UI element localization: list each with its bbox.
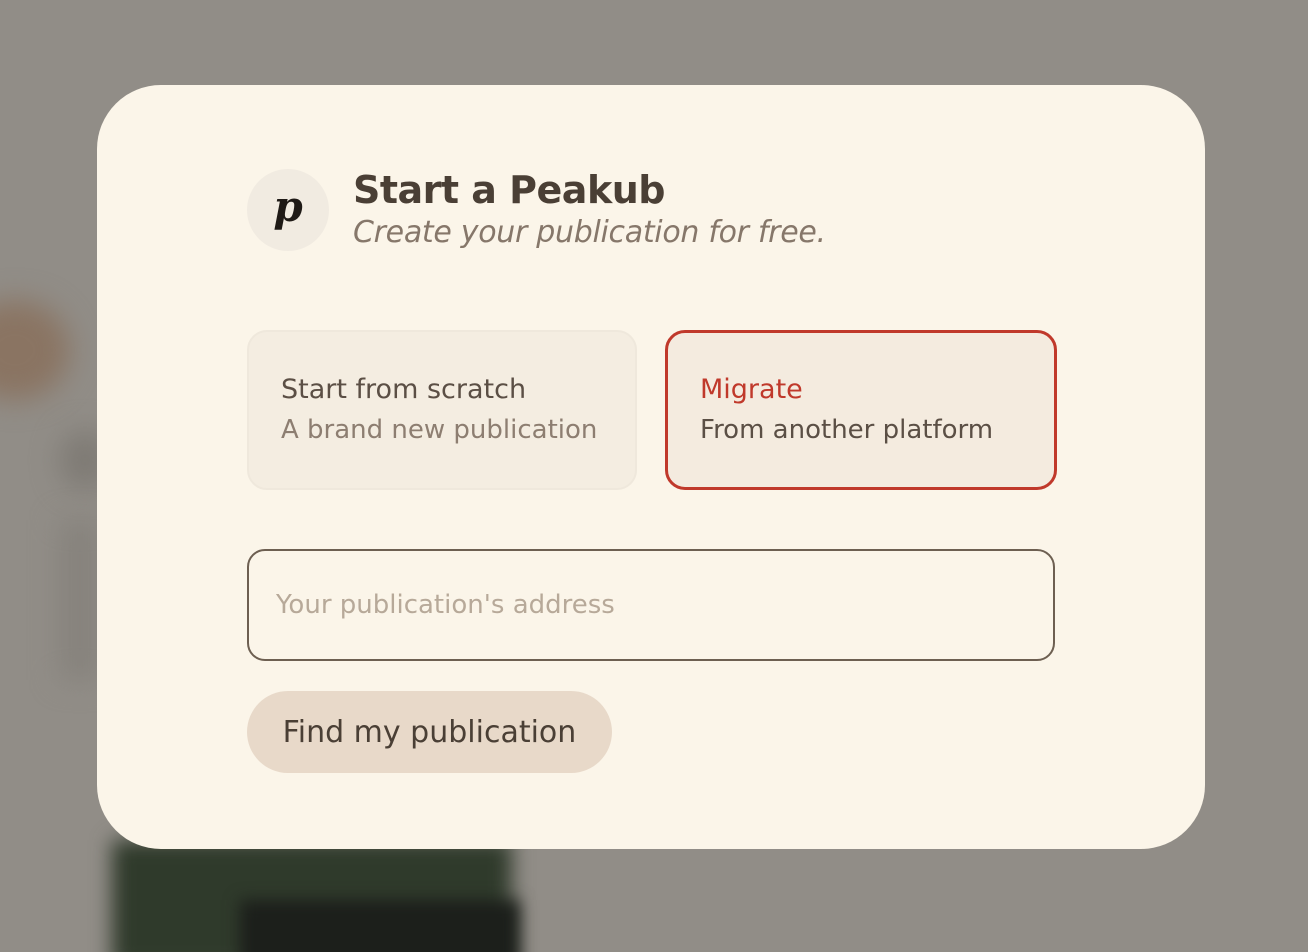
publication-address-input[interactable] (247, 549, 1055, 661)
modal-title: Start a Peakub (353, 168, 665, 212)
modal-header: p Start a Peakub Create your publication… (247, 167, 826, 253)
logo-letter: p (273, 182, 303, 231)
background-blur (60, 520, 100, 680)
option-title: Migrate (700, 374, 803, 405)
option-description: From another platform (700, 415, 994, 445)
option-description: A brand new publication (281, 415, 598, 445)
option-title: Start from scratch (281, 374, 527, 405)
background-blur (0, 300, 70, 400)
header-titles: Start a Peakub Create your publication f… (353, 167, 826, 253)
background-blur (240, 900, 520, 952)
peakub-logo-icon: p (247, 169, 329, 251)
start-from-scratch-option[interactable]: Start from scratch A brand new publicati… (247, 330, 637, 490)
migrate-option[interactable]: Migrate From another platform (665, 330, 1057, 490)
find-my-publication-button[interactable]: Find my publication (247, 691, 612, 773)
start-options: Start from scratch A brand new publicati… (247, 330, 1057, 490)
start-publication-modal: p Start a Peakub Create your publication… (97, 85, 1205, 849)
modal-subtitle: Create your publication for free. (353, 215, 826, 250)
